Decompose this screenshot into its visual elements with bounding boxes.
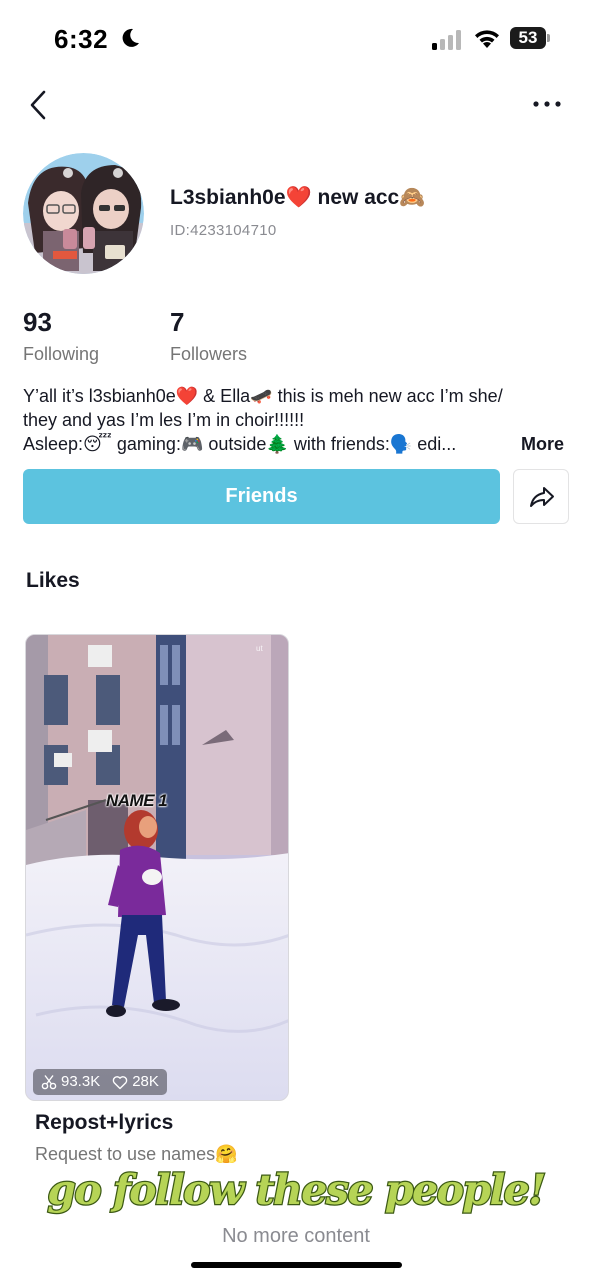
wifi-icon bbox=[475, 30, 499, 48]
friends-button[interactable]: Friends bbox=[23, 469, 500, 524]
followers-label: Followers bbox=[170, 344, 248, 364]
bio-line: they and yas I’m les I’m in choir!!!!!! bbox=[23, 410, 305, 430]
liked-video-card[interactable]: ut NAME 1 93.3K 28K bbox=[25, 634, 289, 1101]
profile-bio: Y’all it’s l3sbianh0e❤️ & Ella🛹 this is … bbox=[23, 384, 568, 456]
likes-section-title: Likes bbox=[26, 569, 80, 592]
profile-id: ID:4233104710 bbox=[170, 222, 277, 239]
home-indicator[interactable] bbox=[191, 1262, 402, 1268]
share-arrow-icon bbox=[530, 487, 554, 507]
video-title: Repost+lyrics bbox=[35, 1111, 174, 1134]
bio-line: Asleep:😴 gaming:🎮 outside🌲 with friends:… bbox=[23, 434, 457, 454]
following-count: 93 bbox=[23, 307, 52, 337]
bio-more-link[interactable]: More bbox=[512, 432, 564, 456]
remix-count: 93.3K bbox=[61, 1073, 101, 1090]
following-label: Following bbox=[23, 344, 100, 364]
battery-level: 53 bbox=[518, 28, 538, 47]
followers-count: 7 bbox=[170, 307, 185, 337]
video-description: Request to use names🤗 bbox=[35, 1144, 238, 1164]
profile-username: L3sbianh0e❤️ new acc🙈 bbox=[170, 186, 426, 209]
more-options-icon[interactable] bbox=[530, 93, 564, 115]
video-overlay-label: NAME 1 bbox=[106, 791, 168, 810]
avatar-image bbox=[23, 153, 144, 274]
overlay-caption: go follow these people! bbox=[46, 1165, 548, 1216]
svg-text:ut: ut bbox=[256, 644, 263, 653]
avatar[interactable] bbox=[23, 153, 144, 274]
share-profile-button[interactable] bbox=[513, 469, 569, 524]
video-stats-badge: 93.3K 28K bbox=[33, 1069, 167, 1095]
remix-scissors-icon bbox=[41, 1075, 57, 1090]
bio-line: Y’all it’s l3sbianh0e❤️ & Ella🛹 this is … bbox=[23, 386, 503, 406]
cellular-signal-icon bbox=[432, 30, 461, 50]
like-count: 28K bbox=[132, 1073, 159, 1090]
status-time: 6:32 bbox=[54, 24, 109, 54]
video-thumbnail: ut bbox=[26, 635, 288, 1100]
heart-icon bbox=[112, 1075, 128, 1089]
following-stat[interactable]: 93 Following bbox=[23, 306, 99, 365]
status-bar: 6:32 53 bbox=[0, 0, 592, 80]
no-more-content-label: No more content bbox=[222, 1225, 370, 1247]
back-chevron-icon[interactable] bbox=[24, 88, 54, 122]
followers-stat[interactable]: 7 Followers bbox=[170, 306, 247, 365]
battery-indicator: 53 bbox=[510, 27, 550, 49]
moon-icon bbox=[122, 28, 139, 47]
